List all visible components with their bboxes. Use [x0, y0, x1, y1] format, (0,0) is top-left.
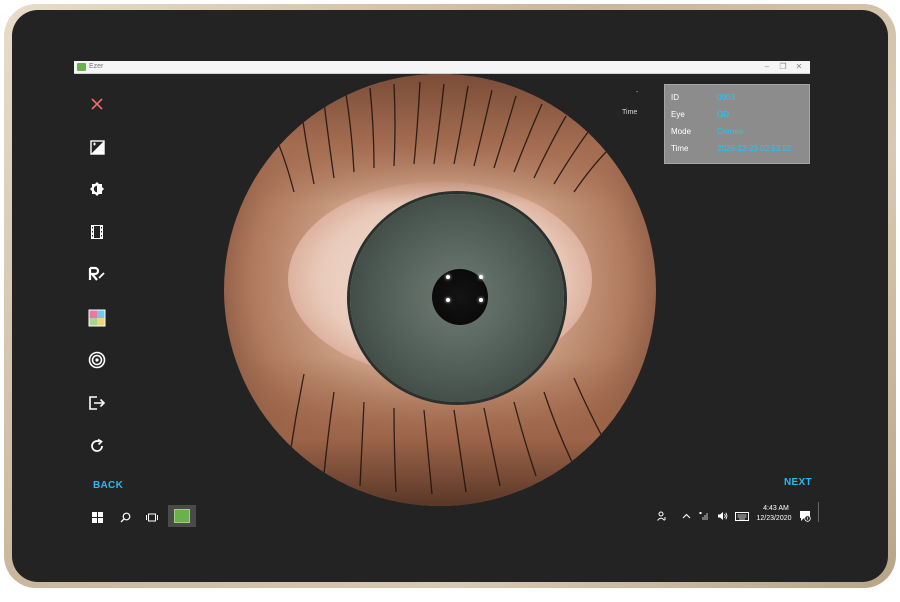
- close-icon: [91, 98, 103, 110]
- export-button[interactable]: [86, 392, 108, 414]
- back-button[interactable]: BACK: [93, 480, 123, 491]
- network-icon[interactable]: [697, 509, 711, 523]
- info-row-mode: Mode Cornea: [665, 123, 809, 140]
- window-titlebar: Ezer – ❐ ✕: [74, 61, 810, 74]
- color-grid-icon: [88, 309, 106, 327]
- brightness-icon: [90, 182, 104, 196]
- video-button[interactable]: [86, 221, 108, 243]
- clock-time[interactable]: 4:43 AM: [760, 505, 792, 512]
- info-row-eye: Eye OD: [665, 106, 809, 123]
- info-value: 0003: [717, 93, 735, 102]
- task-view-icon: [146, 513, 158, 521]
- info-row-id: ID 0003: [665, 89, 809, 106]
- search-button[interactable]: [116, 508, 134, 526]
- notification-icon[interactable]: [798, 509, 812, 523]
- person-icon[interactable]: [655, 509, 669, 523]
- exposure-icon: [89, 139, 105, 155]
- info-value: 2020-12-23 02:53:52: [717, 144, 792, 153]
- info-value: Cornea: [717, 127, 744, 136]
- keyboard-icon[interactable]: [735, 509, 749, 523]
- close-button[interactable]: [86, 93, 108, 115]
- window-close-button[interactable]: ✕: [792, 61, 806, 73]
- info-key: ID: [671, 93, 679, 102]
- color-grid-button[interactable]: [86, 307, 108, 329]
- exposure-button[interactable]: [86, 136, 108, 158]
- clock-date[interactable]: 12/23/2020: [753, 515, 795, 522]
- export-icon: [89, 396, 106, 410]
- refresh-icon: [91, 438, 103, 452]
- app-icon: [77, 63, 86, 71]
- eye-image[interactable]: [224, 74, 656, 506]
- show-desktop-divider[interactable]: [818, 502, 819, 522]
- info-key: Time: [671, 144, 689, 153]
- info-row-time: Time 2020-12-23 02:53:52: [665, 140, 809, 157]
- minimize-button[interactable]: –: [760, 61, 774, 73]
- windows-icon: [91, 511, 103, 523]
- info-panel: ID 0003 Eye OD Mode Cornea Time 2020-12-…: [664, 84, 810, 164]
- film-icon: [91, 225, 103, 239]
- brightness-button[interactable]: [86, 178, 108, 200]
- target-icon: [88, 351, 106, 369]
- info-value: OD: [717, 110, 729, 119]
- info-key: Eye: [671, 110, 685, 119]
- start-button[interactable]: [88, 508, 106, 526]
- refresh-button[interactable]: [86, 435, 108, 457]
- window-title: Ezer: [89, 63, 104, 70]
- info-key: Mode: [671, 127, 692, 136]
- target-button[interactable]: [86, 349, 108, 371]
- maximize-button[interactable]: ❐: [776, 61, 790, 73]
- report-button[interactable]: [86, 263, 108, 285]
- search-icon: [120, 512, 130, 522]
- volume-icon[interactable]: [715, 509, 729, 523]
- dash-mark: -: [636, 89, 639, 96]
- eyelashes: [273, 81, 609, 495]
- report-icon: [88, 266, 105, 281]
- task-view-button[interactable]: [143, 508, 161, 526]
- taskbar-app-ezer[interactable]: [168, 505, 196, 527]
- time-label: Time: [622, 109, 638, 116]
- app-icon: [174, 509, 190, 523]
- next-button[interactable]: NEXT: [784, 477, 812, 488]
- chevron-up-icon[interactable]: [679, 509, 693, 523]
